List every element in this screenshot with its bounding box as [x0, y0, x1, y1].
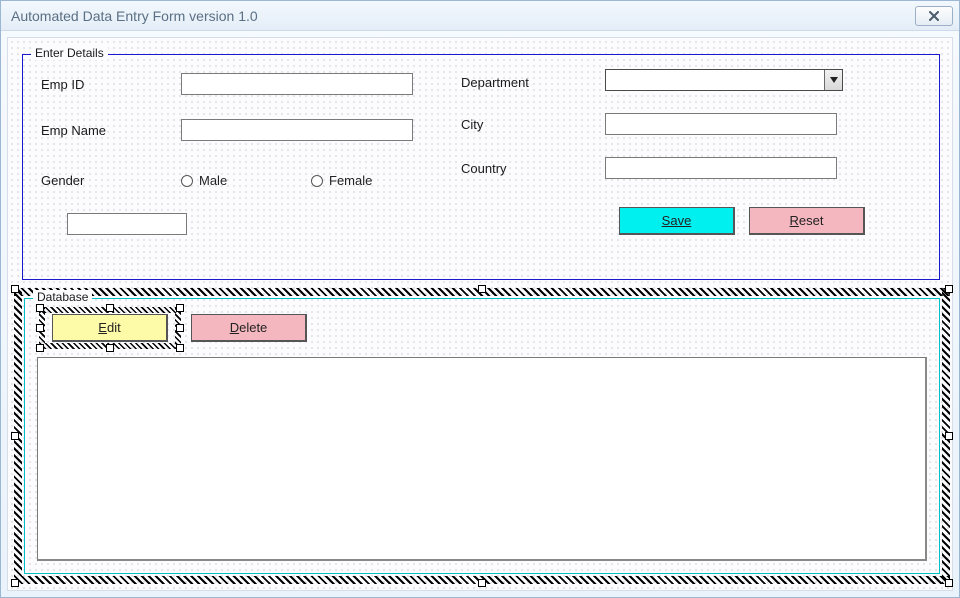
resize-handle[interactable]: [945, 579, 953, 587]
department-label: Department: [461, 75, 529, 90]
database-legend: Database: [33, 290, 92, 304]
department-combobox[interactable]: [605, 69, 843, 91]
reset-button[interactable]: Reset: [749, 207, 865, 235]
emp-name-label: Emp Name: [41, 123, 106, 138]
radio-icon: [181, 175, 193, 187]
resize-handle[interactable]: [11, 285, 19, 293]
edit-button[interactable]: Edit: [52, 314, 168, 342]
edit-button-selection[interactable]: Edit: [39, 307, 181, 349]
window-root: Automated Data Entry Form version 1.0 En…: [0, 0, 960, 598]
reset-button-label: Reset: [790, 213, 824, 228]
database-groupbox: Database Edit: [24, 298, 940, 574]
resize-handle[interactable]: [36, 344, 44, 352]
resize-handle[interactable]: [176, 344, 184, 352]
gender-male-label: Male: [199, 173, 227, 188]
chevron-down-icon: [824, 70, 842, 90]
delete-button[interactable]: Delete: [191, 314, 307, 342]
database-frame-selection[interactable]: Database Edit: [14, 288, 950, 584]
resize-handle[interactable]: [478, 285, 486, 293]
emp-id-input[interactable]: [181, 73, 413, 95]
close-button[interactable]: [915, 6, 953, 26]
resize-handle[interactable]: [176, 324, 184, 332]
emp-name-input[interactable]: [181, 119, 413, 141]
extra-text-input[interactable]: [67, 213, 187, 235]
resize-handle[interactable]: [106, 304, 114, 312]
window-title: Automated Data Entry Form version 1.0: [11, 8, 258, 24]
delete-button-label: Delete: [230, 320, 268, 335]
database-listbox[interactable]: [37, 357, 927, 561]
resize-handle[interactable]: [945, 432, 953, 440]
resize-handle[interactable]: [36, 324, 44, 332]
resize-handle[interactable]: [176, 304, 184, 312]
resize-handle[interactable]: [106, 344, 114, 352]
gender-label: Gender: [41, 173, 84, 188]
resize-handle[interactable]: [11, 579, 19, 587]
edit-button-label: Edit: [98, 320, 120, 335]
gender-female-label: Female: [329, 173, 372, 188]
city-label: City: [461, 117, 483, 132]
save-button[interactable]: Save: [619, 207, 735, 235]
country-label: Country: [461, 161, 507, 176]
save-button-label: Save: [662, 213, 692, 228]
enter-details-legend: Enter Details: [31, 46, 108, 60]
form-designer-canvas: Enter Details Emp ID Emp Name Gender Mal…: [7, 37, 953, 591]
titlebar: Automated Data Entry Form version 1.0: [1, 1, 959, 31]
resize-handle[interactable]: [11, 432, 19, 440]
close-icon: [928, 10, 940, 22]
gender-male-radio[interactable]: Male: [181, 173, 227, 188]
city-input[interactable]: [605, 113, 837, 135]
radio-icon: [311, 175, 323, 187]
gender-female-radio[interactable]: Female: [311, 173, 372, 188]
resize-handle[interactable]: [478, 579, 486, 587]
resize-handle[interactable]: [36, 304, 44, 312]
emp-id-label: Emp ID: [41, 77, 84, 92]
resize-handle[interactable]: [945, 285, 953, 293]
country-input[interactable]: [605, 157, 837, 179]
enter-details-groupbox: Enter Details Emp ID Emp Name Gender Mal…: [22, 54, 940, 280]
